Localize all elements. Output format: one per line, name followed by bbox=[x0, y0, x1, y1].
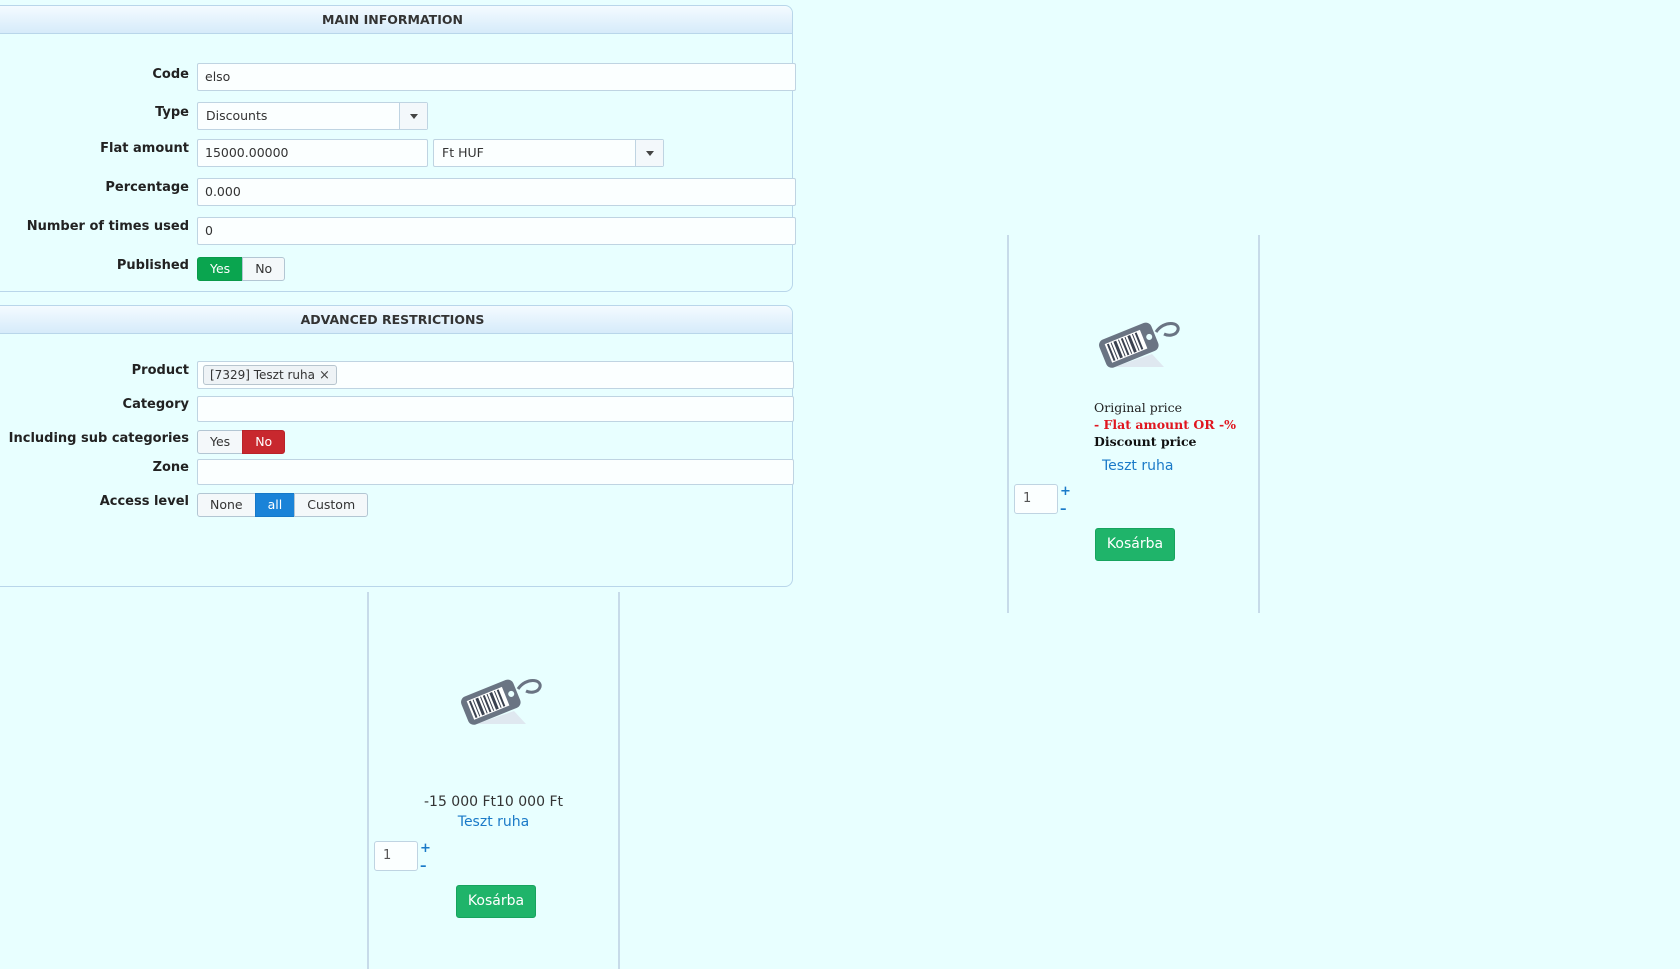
price-tag-icon bbox=[461, 679, 542, 725]
advanced-restrictions-panel: ADVANCED RESTRICTIONS Product [7329] Tes… bbox=[0, 305, 794, 587]
chevron-down-icon bbox=[410, 114, 418, 119]
access-level-toggle: None all Custom bbox=[197, 493, 369, 517]
percentage-input[interactable]: 0.000 bbox=[197, 178, 796, 206]
published-yes-button[interactable]: Yes bbox=[197, 257, 244, 281]
product-link[interactable]: Teszt ruha bbox=[369, 814, 618, 830]
percentage-label: Percentage bbox=[105, 180, 189, 195]
price-text: -15 000 Ft10 000 Ft bbox=[423, 794, 563, 810]
published-row: Published Yes No bbox=[0, 248, 792, 281]
published-no-button[interactable]: No bbox=[242, 257, 286, 281]
quantity-plus-button[interactable]: + bbox=[420, 841, 431, 856]
quantity-input[interactable]: 1 bbox=[374, 841, 418, 871]
flat-amount-row: Flat amount 15000.00000 Ft HUF bbox=[0, 130, 792, 167]
product-label: Product bbox=[131, 363, 189, 378]
product-input[interactable]: [7329] Teszt ruha × bbox=[197, 361, 794, 389]
sub-categories-label: Including sub categories bbox=[8, 431, 189, 446]
quantity-plus-button[interactable]: + bbox=[1060, 484, 1071, 499]
advanced-restrictions-title: ADVANCED RESTRICTIONS bbox=[0, 306, 792, 334]
product-tag-label: [7329] Teszt ruha bbox=[210, 368, 315, 382]
sub-categories-row: Including sub categories Yes No bbox=[0, 423, 792, 454]
chevron-down-icon bbox=[646, 151, 654, 156]
currency-select[interactable]: Ft HUF bbox=[433, 139, 664, 167]
times-used-row: Number of times used 0 bbox=[0, 208, 796, 245]
published-toggle: Yes No bbox=[197, 257, 286, 281]
price-tag-icon bbox=[1099, 322, 1180, 368]
sub-categories-no-button[interactable]: No bbox=[242, 430, 286, 454]
flat-amount-input[interactable]: 15000.00000 bbox=[197, 139, 428, 167]
discount-price-text: Discount price bbox=[1094, 434, 1197, 449]
close-icon[interactable]: × bbox=[319, 368, 330, 383]
type-row: Type Discounts bbox=[0, 91, 792, 130]
code-input[interactable]: elso bbox=[197, 63, 796, 91]
product-link[interactable]: Teszt ruha bbox=[1102, 458, 1173, 474]
add-to-cart-button[interactable]: Kosárba bbox=[1095, 528, 1175, 561]
quantity-input[interactable]: 1 bbox=[1014, 484, 1058, 514]
sub-categories-yes-button[interactable]: Yes bbox=[197, 430, 244, 454]
access-level-row: Access level None all Custom bbox=[0, 489, 792, 517]
access-level-label: Access level bbox=[99, 494, 189, 509]
times-used-label: Number of times used bbox=[26, 219, 189, 234]
price-breakdown: Original price - Flat amount OR -% Disco… bbox=[1094, 399, 1236, 450]
currency-dropdown-toggle[interactable] bbox=[635, 140, 663, 166]
quantity-minus-button[interactable]: – bbox=[420, 859, 427, 874]
add-to-cart-button[interactable]: Kosárba bbox=[456, 885, 536, 918]
product-tag: [7329] Teszt ruha × bbox=[203, 365, 337, 385]
flat-amount-text: - Flat amount OR -% bbox=[1094, 417, 1237, 432]
type-select-value: Discounts bbox=[206, 108, 268, 123]
zone-label: Zone bbox=[152, 460, 189, 475]
sub-categories-toggle: Yes No bbox=[197, 430, 286, 454]
times-used-input[interactable]: 0 bbox=[197, 217, 796, 245]
access-level-none-button[interactable]: None bbox=[197, 493, 256, 517]
main-information-panel: MAIN INFORMATION Code elso Type Discount… bbox=[0, 5, 796, 292]
product-row: Product [7329] Teszt ruha × bbox=[0, 352, 794, 389]
original-price-text: Original price bbox=[1094, 400, 1183, 415]
currency-select-value: Ft HUF bbox=[442, 145, 484, 160]
product-card: -15 000 Ft10 000 Ft Teszt ruha 1 + – Kos… bbox=[367, 592, 620, 969]
main-information-title: MAIN INFORMATION bbox=[0, 6, 792, 34]
product-card: Original price - Flat amount OR -% Disco… bbox=[1007, 235, 1260, 613]
access-level-all-button[interactable]: all bbox=[254, 493, 296, 517]
quantity-minus-button[interactable]: – bbox=[1060, 502, 1067, 517]
type-select[interactable]: Discounts bbox=[197, 102, 428, 130]
flat-amount-label: Flat amount bbox=[100, 141, 189, 156]
percentage-row: Percentage 0.000 bbox=[0, 169, 796, 206]
zone-input[interactable] bbox=[197, 459, 794, 485]
code-label: Code bbox=[152, 67, 189, 82]
zone-row: Zone bbox=[0, 454, 794, 485]
code-row: Code elso bbox=[0, 52, 796, 91]
category-input[interactable] bbox=[197, 396, 794, 422]
type-label: Type bbox=[155, 105, 189, 120]
access-level-custom-button[interactable]: Custom bbox=[294, 493, 369, 517]
category-row: Category bbox=[0, 388, 794, 422]
category-label: Category bbox=[122, 397, 189, 412]
type-dropdown-toggle[interactable] bbox=[399, 103, 427, 129]
published-label: Published bbox=[116, 258, 189, 273]
